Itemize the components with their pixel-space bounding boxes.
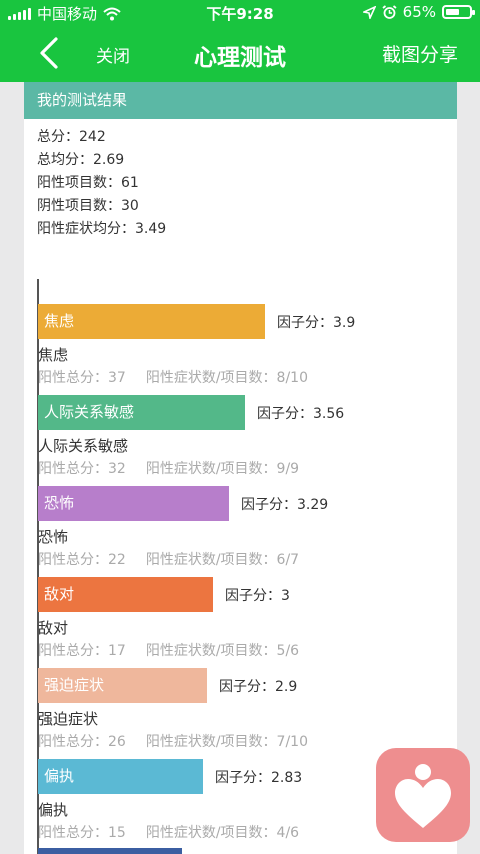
factor-symptom-ratio: 阳性症状数/项目数：6/7 [145, 552, 300, 568]
factor-positive-total: 阳性总分：32 [38, 461, 126, 477]
factor-positive-total: 阳性总分：17 [38, 643, 126, 659]
location-icon [362, 5, 376, 19]
factor-score-label: 因子分：3 [225, 588, 290, 604]
factor-name: 强迫症状 [38, 710, 99, 728]
factor-bar: 强迫症状 [38, 668, 207, 703]
factor-row: 恐怖 因子分：3.29 恐怖 阳性总分：22 阳性症状数/项目数：6/7 [37, 486, 457, 576]
factor-bar: 人际关系敏感 [38, 395, 245, 430]
factor-symptom-ratio: 阳性症状数/项目数：4/6 [145, 825, 300, 841]
status-bar: 中国移动 下午9:28 65% [0, 0, 480, 26]
status-right: 65% [362, 3, 475, 21]
factor-row: 强迫症状 因子分：2.9 强迫症状 阳性总分：26 阳性症状数/项目数：7/10 [37, 668, 457, 758]
factor-row: 人际关系敏感 因子分：3.56 人际关系敏感 阳性总分：32 阳性症状数/项目数：9/9 [37, 395, 457, 485]
factor-name: 焦虑 [38, 346, 69, 364]
floating-app-button[interactable] [376, 748, 470, 842]
next-bar-partial [38, 848, 182, 854]
factor-bar: 偏执 [38, 759, 203, 794]
factor-symptom-ratio: 阳性症状数/项目数：7/10 [145, 734, 308, 750]
factor-detail: 阳性总分：17 阳性症状数/项目数：5/6 [38, 640, 299, 660]
factor-row: 敌对 因子分：3 敌对 阳性总分：17 阳性症状数/项目数：5/6 [37, 577, 457, 667]
factor-symptom-ratio: 阳性症状数/项目数：9/9 [145, 461, 300, 477]
screenshot-share-button[interactable]: 截图分享 [382, 40, 458, 67]
factor-symptom-ratio: 阳性症状数/项目数：5/6 [145, 643, 300, 659]
summary-negative-items: 阴性项目数：30 [37, 198, 139, 214]
summary-positive-items: 阳性项目数：61 [37, 175, 139, 191]
factor-name: 敌对 [38, 619, 69, 637]
factor-name: 偏执 [38, 801, 69, 819]
top-bar: 中国移动 下午9:28 65% 关闭 心理测试 截图分享 [0, 0, 480, 82]
alarm-icon [382, 4, 397, 19]
factor-positive-total: 阳性总分：37 [38, 370, 126, 386]
factor-detail: 阳性总分：37 阳性症状数/项目数：8/10 [38, 367, 308, 387]
factor-detail: 阳性总分：32 阳性症状数/项目数：9/9 [38, 458, 299, 478]
battery-icon [442, 5, 475, 19]
result-card: 我的测试结果 总分：242 总均分：2.69 阳性项目数：61 阴性项目数：30… [24, 82, 457, 854]
factor-row: 焦虑 因子分：3.9 焦虑 阳性总分：37 阳性症状数/项目数：8/10 [37, 304, 457, 394]
summary-average-score: 总均分：2.69 [37, 152, 125, 168]
battery-percent: 65% [402, 3, 436, 21]
factor-positive-total: 阳性总分：15 [38, 825, 126, 841]
factor-score-label: 因子分：2.9 [219, 679, 298, 695]
factor-score-label: 因子分：3.9 [277, 315, 356, 331]
factor-symptom-ratio: 阳性症状数/项目数：8/10 [145, 370, 308, 386]
factor-positive-total: 阳性总分：26 [38, 734, 126, 750]
back-chevron-icon[interactable] [34, 36, 64, 70]
factor-score-label: 因子分：3.29 [241, 497, 329, 513]
factor-bar: 恐怖 [38, 486, 229, 521]
factor-score-label: 因子分：3.56 [257, 406, 345, 422]
factor-detail: 阳性总分：26 阳性症状数/项目数：7/10 [38, 731, 308, 751]
factor-bar: 焦虑 [38, 304, 265, 339]
summary-positive-symptom-average: 阳性症状均分：3.49 [37, 221, 167, 237]
factor-bar: 敌对 [38, 577, 213, 612]
heart-person-icon [395, 764, 451, 828]
summary-list: 总分：242 总均分：2.69 阳性项目数：61 阴性项目数：30 阳性症状均分… [24, 119, 457, 241]
factor-name: 恐怖 [38, 528, 69, 546]
nav-bar: 关闭 心理测试 截图分享 [0, 26, 480, 82]
card-header: 我的测试结果 [24, 82, 457, 119]
factor-detail: 阳性总分：22 阳性症状数/项目数：6/7 [38, 549, 299, 569]
factor-name: 人际关系敏感 [38, 437, 129, 455]
factor-detail: 阳性总分：15 阳性症状数/项目数：4/6 [38, 822, 299, 842]
close-button[interactable]: 关闭 [96, 42, 130, 67]
factor-score-label: 因子分：2.83 [215, 770, 303, 786]
summary-total-score: 总分：242 [37, 129, 106, 145]
factor-positive-total: 阳性总分：22 [38, 552, 126, 568]
